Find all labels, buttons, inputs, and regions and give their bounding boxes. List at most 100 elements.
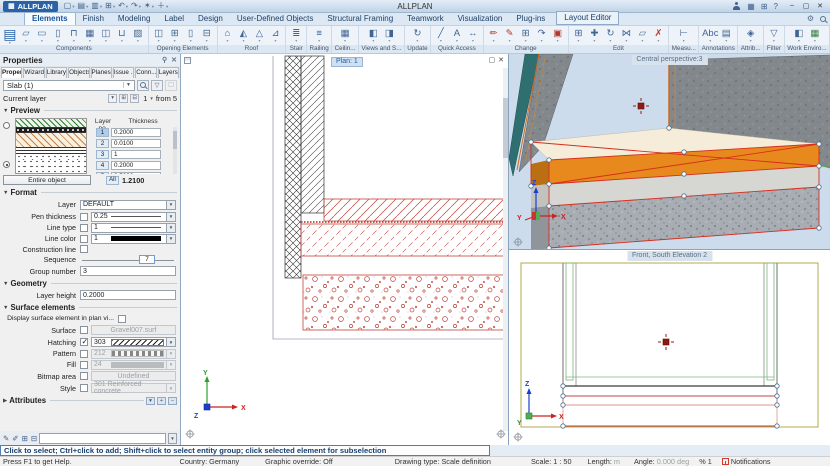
entire-object-button[interactable]: Entire object	[3, 175, 91, 185]
bitmap-area-checkbox[interactable]	[80, 372, 88, 380]
elevation-canvas[interactable]: Z X Y	[509, 250, 830, 445]
app-menu-button[interactable]: ▦ ALLPLAN	[3, 1, 58, 12]
shop-icon[interactable]: ⊞	[761, 2, 768, 11]
delete-icon[interactable]: ✗	[651, 28, 666, 43]
menu-tab[interactable]: Structural Framing	[320, 13, 400, 25]
apply-properties-icon[interactable]: ✐	[12, 434, 18, 443]
panel-tab[interactable]: Layers	[158, 67, 179, 78]
match-properties-icon[interactable]: ✎	[3, 434, 9, 443]
style-checkbox[interactable]	[80, 384, 88, 392]
user-account-icon[interactable]	[732, 2, 740, 10]
dimension-line-icon[interactable]: ↔	[465, 28, 480, 43]
drawing-type-select[interactable]: Drawing type: Scale definition	[395, 457, 491, 466]
downstand-beam-icon[interactable]: ⊓	[66, 28, 81, 43]
text-icon[interactable]: A	[449, 28, 464, 43]
pen-thickness-checkbox[interactable]	[80, 213, 88, 221]
restore-button[interactable]: ▢	[799, 2, 813, 10]
line-icon[interactable]: ╱	[433, 28, 448, 43]
layer-number-chip[interactable]: 2	[96, 139, 109, 148]
menu-tab[interactable]: User-Defined Objects	[230, 13, 320, 25]
new-document-icon[interactable]: ▢	[64, 1, 75, 12]
save-favorite-icon[interactable]: ⊟	[31, 434, 37, 443]
copy-modify-icon[interactable]: ⊞	[518, 28, 533, 43]
layer-number-chip[interactable]: 3	[96, 150, 109, 159]
next-layer-icon[interactable]: ⊟	[130, 94, 139, 103]
plan-view-label[interactable]: Plan: 1	[331, 57, 363, 67]
elevation-view-label[interactable]: Front, South Elevation 2	[627, 251, 712, 261]
skylight-icon[interactable]: ⊿	[268, 28, 283, 43]
label-sheet-icon[interactable]: ▤	[719, 28, 734, 43]
zoom-to-element-icon[interactable]	[137, 80, 149, 91]
thickness-input[interactable]: 0.2000	[111, 161, 161, 170]
layer-menu-icon[interactable]: ▾	[108, 94, 117, 103]
geometry-section-header[interactable]: ▼ Geometry	[0, 278, 180, 289]
panel-tab[interactable]: Propert...	[1, 67, 22, 78]
link-selection-icon[interactable]: ☐	[165, 80, 177, 91]
menu-tab[interactable]: Design	[191, 13, 230, 25]
update-3d-icon[interactable]: ↻	[410, 28, 425, 43]
menu-tab[interactable]: Visualization	[451, 13, 510, 25]
menu-tab[interactable]: Plug-ins	[509, 13, 552, 25]
format-brush-icon[interactable]: ✎	[502, 28, 517, 43]
redo-icon[interactable]: ↷	[131, 1, 141, 12]
plan-viewport[interactable]: Plan: 1 ▢ ✕	[181, 54, 508, 445]
fill-checkbox[interactable]	[80, 361, 88, 369]
wizard-icon[interactable]: ✶	[144, 1, 154, 12]
entire-object-radio[interactable]	[3, 161, 10, 168]
hatching-checkbox[interactable]	[80, 338, 88, 346]
wall-icon[interactable]: ▱	[18, 28, 33, 43]
load-favorite-icon[interactable]: ⊞	[22, 434, 28, 443]
slab-icon[interactable]: ◫	[98, 28, 113, 43]
sequence-slider[interactable]: 7	[82, 255, 174, 265]
scale-factor[interactable]: % 1	[699, 457, 712, 466]
bitmap-area-button[interactable]: Undefined	[91, 371, 176, 381]
thickness-input[interactable]: 0.2000	[111, 128, 161, 137]
search-icon[interactable]	[820, 16, 826, 22]
style-select[interactable]: 301 Reinforced concrete	[91, 383, 167, 393]
length-unit-select[interactable]: Length: m	[588, 457, 620, 466]
perspective-view-label[interactable]: Central perspective:3	[631, 55, 707, 65]
minimize-button[interactable]: –	[785, 2, 799, 10]
elevation-viewport[interactable]: Front, South Elevation 2	[509, 250, 830, 445]
undo-icon[interactable]: ↶	[118, 1, 128, 12]
table-scrollbar[interactable]	[173, 127, 177, 174]
construction-line-checkbox[interactable]	[80, 245, 88, 253]
layer-view-radio[interactable]	[3, 122, 10, 129]
layer-number-chip[interactable]: 5	[96, 172, 109, 174]
layer-number-chip[interactable]: 1	[96, 128, 109, 137]
menu-tab[interactable]: Finish	[76, 13, 111, 25]
recess-icon[interactable]: ⊟	[199, 28, 214, 43]
layer-select[interactable]: DEFAULT	[80, 200, 167, 210]
perspective-viewport[interactable]: Central perspective:3	[509, 54, 830, 250]
panel-tab[interactable]: Conn...	[135, 67, 156, 78]
panel-tab[interactable]: Wizards	[23, 67, 44, 78]
copy-icon[interactable]: ⊞	[571, 28, 586, 43]
layer-height-input[interactable]: 0.2000	[80, 290, 176, 300]
remove-attribute-icon[interactable]: −	[168, 397, 177, 405]
format-section-header[interactable]: ▼ Format	[0, 187, 180, 198]
section-view-icon[interactable]: ◧	[366, 28, 381, 43]
help-icon[interactable]: ?	[774, 2, 778, 11]
group-number-input[interactable]: 3	[80, 266, 176, 276]
panel-tab[interactable]: Planes	[91, 67, 112, 78]
dormer-icon[interactable]: △	[252, 28, 267, 43]
viewport-icon[interactable]: ◨	[382, 28, 397, 43]
line-type-select[interactable]: 1	[91, 223, 167, 233]
workspace-icon[interactable]: ▦	[807, 28, 822, 43]
plan-scrollbar[interactable]	[503, 68, 508, 431]
line-type-checkbox[interactable]	[80, 224, 88, 232]
close-button[interactable]: ✕	[813, 2, 827, 10]
command-history-icon[interactable]: ▼	[168, 433, 177, 444]
menu-tab[interactable]: Elements	[24, 12, 76, 25]
ceiling-icon[interactable]: ▦	[338, 28, 353, 43]
fill-select[interactable]: 24	[91, 360, 167, 370]
thickness-input[interactable]: 1	[111, 150, 161, 159]
roof-covering-icon[interactable]: ◭	[236, 28, 251, 43]
edit-pencil-icon[interactable]: ✏	[486, 28, 501, 43]
surface-file-button[interactable]: Gravel007.surf	[91, 325, 176, 335]
profile-wall-icon[interactable]: ▭	[34, 28, 49, 43]
thickness-input[interactable]: 0.5000	[111, 172, 161, 174]
settings-gear-icon[interactable]: ⚙	[807, 14, 814, 23]
plan-layout-icon[interactable]: ◧	[791, 28, 806, 43]
line-color-checkbox[interactable]	[80, 235, 88, 243]
